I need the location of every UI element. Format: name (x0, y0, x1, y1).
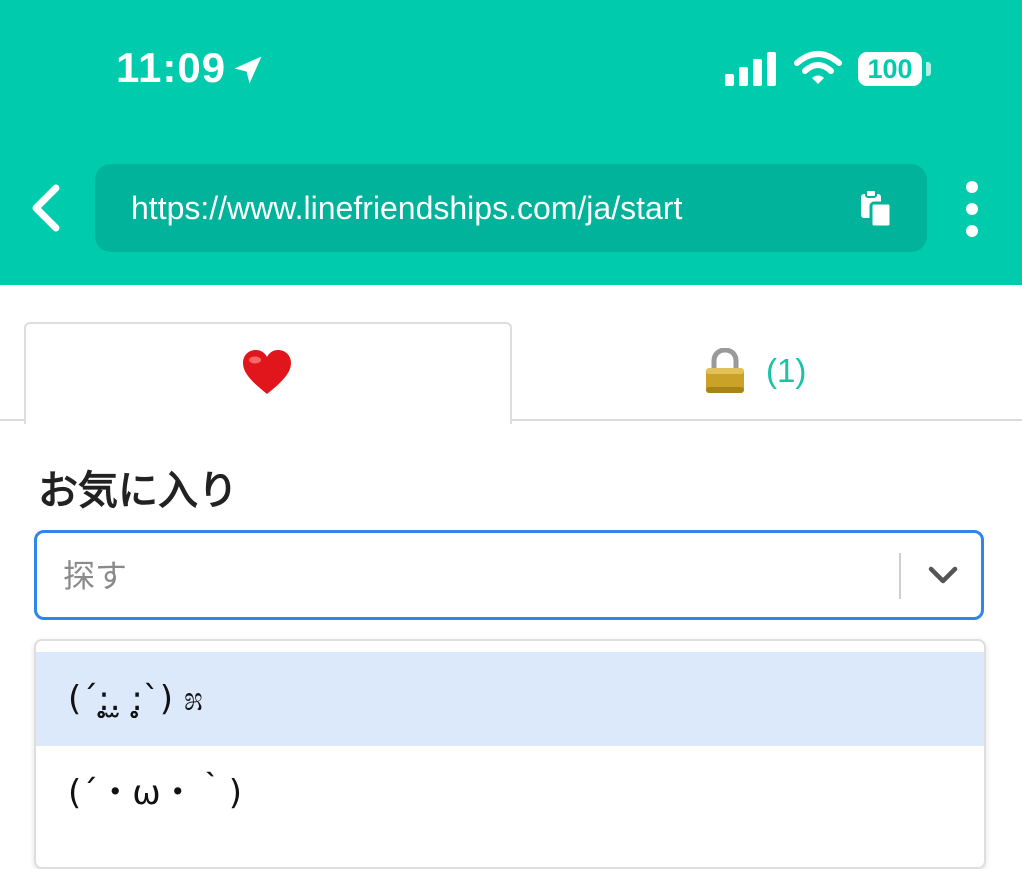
battery-level: 100 (867, 53, 913, 84)
dropdown-option[interactable]: (´・ω・｀) (36, 746, 984, 840)
select-separator (899, 553, 901, 599)
tab-favorites[interactable] (24, 322, 512, 424)
dropdown-menu: (´:̥̥̥̥̥̥̥̥.̫ :̥̥̥̥̥̥̥̥`) ೫ (´・ω・｀) (34, 639, 986, 869)
lock-icon (706, 348, 744, 393)
url-text[interactable]: https://www.linefriendships.com/ja/start (131, 164, 682, 252)
locked-count: (1) (766, 352, 807, 389)
status-time: 11:09 (116, 44, 227, 91)
battery-tip (926, 62, 931, 76)
location-arrow-icon (234, 56, 262, 84)
search-input[interactable] (61, 533, 885, 619)
battery-icon: 100 (858, 52, 922, 86)
dropdown-option[interactable]: (´:̥̥̥̥̥̥̥̥.̫ :̥̥̥̥̥̥̥̥`) ೫ (36, 652, 984, 746)
tab-locked[interactable]: (1) (512, 322, 1000, 418)
browser-header: 11:09 100 https://www.linefriendships.co… (0, 0, 1022, 285)
wifi-icon (794, 51, 842, 84)
url-bar[interactable]: https://www.linefriendships.com/ja/start (95, 164, 927, 252)
search-select[interactable] (34, 530, 984, 620)
favorites-title: お気に入り (38, 469, 238, 513)
signal-icon (725, 52, 776, 86)
copy-icon[interactable] (859, 190, 893, 228)
chevron-down-icon[interactable] (927, 561, 959, 589)
back-chevron-icon[interactable] (26, 184, 66, 232)
more-vertical-icon[interactable] (958, 180, 986, 238)
heart-icon (243, 350, 291, 394)
